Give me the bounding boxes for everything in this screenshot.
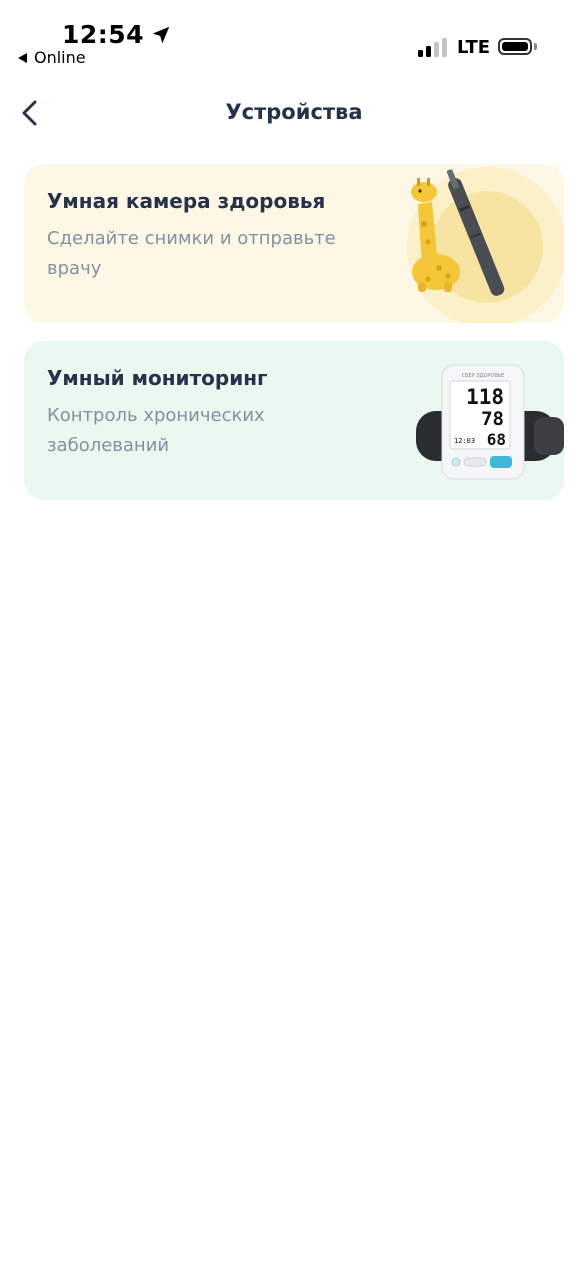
pulse-value: 68 xyxy=(487,430,506,449)
smart-camera-subtitle: Сделайте снимки и отправьте врачу xyxy=(47,228,336,279)
systolic-value: 118 xyxy=(466,385,504,409)
back-triangle-icon xyxy=(18,52,27,63)
giraffe-otoscope-image xyxy=(407,167,564,323)
smart-camera-card[interactable]: Умная камера здоровья Сделайте снимки и … xyxy=(24,164,564,323)
smart-camera-title: Умная камера здоровья xyxy=(47,189,326,213)
status-bar: 12:54 Online LTE xyxy=(0,0,588,80)
device-brand-text: СБЕР ЗДОРОВЬЕ xyxy=(462,373,505,379)
network-type-label: LTE xyxy=(457,37,491,58)
back-to-app-link[interactable]: Online xyxy=(18,48,86,67)
location-arrow-icon xyxy=(152,26,170,43)
back-app-label: Online xyxy=(34,48,86,67)
blood-pressure-monitor-image: СБЕР ЗДОРОВЬЕ 118 78 12:03 68 xyxy=(416,364,564,480)
device-time-value: 12:03 xyxy=(454,437,475,445)
battery-tip xyxy=(534,43,537,50)
status-time-group: 12:54 xyxy=(62,20,172,49)
smart-monitoring-subtitle: Контроль хронических заболеваний xyxy=(47,405,265,456)
diastolic-value: 78 xyxy=(481,408,504,430)
navigation-bar: Устройства xyxy=(0,88,588,140)
battery-icon xyxy=(498,38,532,55)
smart-monitoring-card[interactable]: Умный мониторинг Контроль хронических за… xyxy=(24,341,564,500)
smart-monitoring-title: Умный мониторинг xyxy=(47,366,268,390)
page-title: Устройства xyxy=(225,100,363,124)
status-time: 12:54 xyxy=(62,20,145,49)
cellular-signal-icon xyxy=(418,38,447,57)
